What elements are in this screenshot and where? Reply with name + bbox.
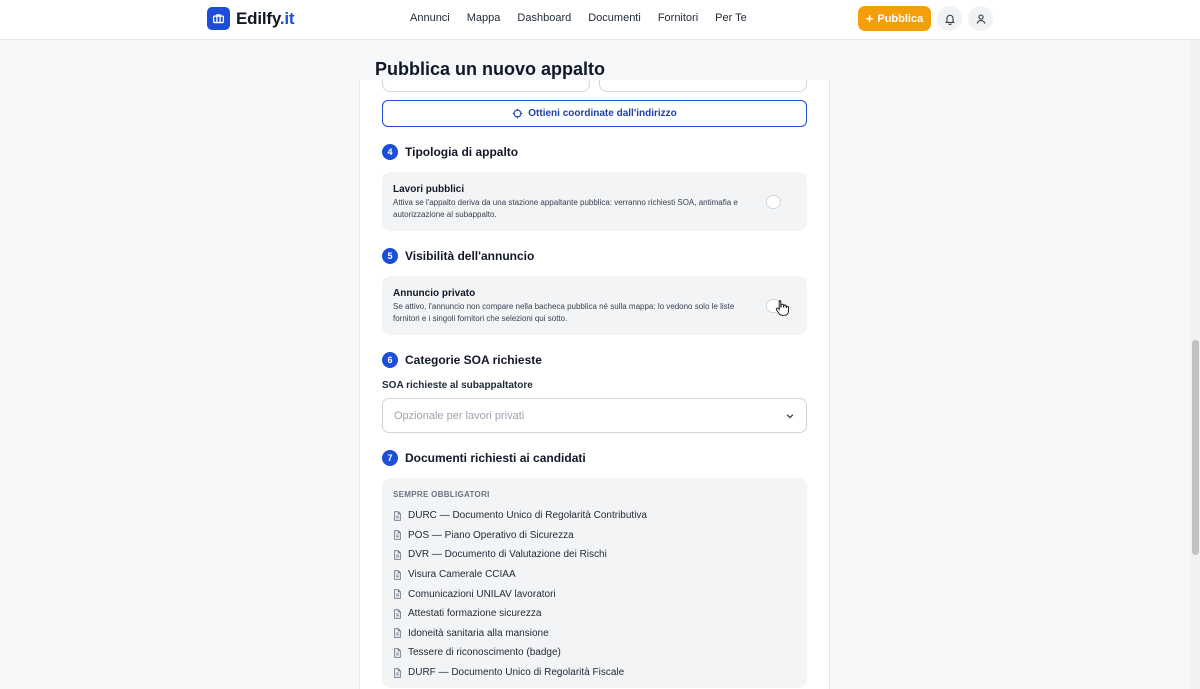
document-name: DURC — Documento Unico di Regolarità Con…: [408, 510, 647, 522]
document-name: Attestati formazione sicurezza: [408, 608, 542, 620]
file-icon: [393, 648, 402, 658]
get-coordinates-button[interactable]: Ottieni coordinate dall'indirizzo: [382, 100, 807, 127]
document-name: DVR — Documento di Valutazione dei Risch…: [408, 549, 607, 561]
file-icon: [393, 569, 402, 580]
toggle-description: Se attivo, l'annuncio non compare nella …: [393, 302, 735, 323]
annuncio-privato-card: Annuncio privato Se attivo, l'annuncio n…: [382, 276, 807, 335]
list-item: DURC — Documento Unico di Regolarità Con…: [393, 506, 647, 526]
file-icon: [393, 550, 402, 560]
user-icon: [976, 13, 985, 24]
step-number: 6: [382, 352, 398, 368]
nav-mappa[interactable]: Mappa: [467, 12, 501, 24]
list-item: DURF — Documento Unico di Regolarità Fis…: [393, 663, 647, 683]
logo[interactable]: Edilfy.it: [207, 7, 295, 30]
section-visibilita: 5 Visibilità dell'annuncio: [382, 248, 534, 264]
file-icon: [393, 530, 402, 541]
notifications-button[interactable]: [937, 6, 962, 31]
lavori-pubblici-toggle[interactable]: [766, 195, 781, 209]
nav-fornitori[interactable]: Fornitori: [658, 12, 698, 24]
section-title: Documenti richiesti ai candidati: [405, 451, 586, 465]
required-documents-card: SEMPRE OBBLIGATORI DURC — Documento Unic…: [382, 478, 807, 688]
section-title: Tipologia di appalto: [405, 145, 519, 159]
scrollbar-thumb[interactable]: [1192, 340, 1199, 555]
address-input[interactable]: [382, 80, 590, 92]
list-item: Comunicazioni UNILAV lavoratori: [393, 584, 647, 604]
nav-documenti[interactable]: Documenti: [588, 12, 641, 24]
plus-icon: +: [865, 11, 874, 26]
nav-per-te[interactable]: Per Te: [715, 12, 747, 24]
section-title: Visibilità dell'annuncio: [405, 249, 535, 263]
file-icon: [393, 667, 402, 678]
briefcase-icon: [207, 7, 230, 30]
hand-cursor-icon: [775, 300, 789, 316]
city-input[interactable]: [599, 80, 807, 92]
get-coordinates-label: Ottieni coordinate dall'indirizzo: [528, 108, 677, 119]
list-item: DVR — Documento di Valutazione dei Risch…: [393, 545, 647, 565]
document-name: Comunicazioni UNILAV lavoratori: [408, 588, 556, 600]
step-number: 4: [382, 144, 398, 160]
soa-select[interactable]: Opzionale per lavori privati: [382, 398, 807, 433]
step-number: 5: [382, 248, 398, 264]
logo-text: Edilfy.it: [236, 8, 295, 28]
toggle-description: Attiva se l'appalto deriva da una stazio…: [393, 198, 738, 219]
bell-icon: [944, 14, 955, 25]
file-icon: [393, 589, 402, 599]
page-title: Pubblica un nuovo appalto: [375, 59, 606, 79]
file-icon: [393, 511, 402, 521]
crosshair-icon: [512, 108, 523, 119]
document-name: DURF — Documento Unico di Regolarità Fis…: [408, 667, 625, 679]
chevron-down-icon: [786, 414, 794, 419]
profile-button[interactable]: [968, 6, 993, 31]
nav-dashboard[interactable]: Dashboard: [517, 12, 571, 24]
list-item: POS — Piano Operativo di Sicurezza: [393, 526, 647, 546]
list-item: Idoneità sanitaria alla mansione: [393, 624, 647, 644]
section-tipologia: 4 Tipologia di appalto: [382, 144, 518, 160]
publish-button[interactable]: + Pubblica: [858, 6, 931, 31]
top-navbar: Edilfy.it Annunci Mappa Dashboard Docume…: [0, 0, 1200, 40]
section-documenti: 7 Documenti richiesti ai candidati: [382, 450, 586, 466]
section-title: Categorie SOA richieste: [405, 353, 542, 367]
file-icon: [393, 628, 402, 639]
document-name: Visura Camerale CCIAA: [408, 569, 516, 581]
toggle-title: Lavori pubblici: [393, 184, 465, 195]
section-soa: 6 Categorie SOA richieste: [382, 352, 542, 368]
main-nav: Annunci Mappa Dashboard Documenti Fornit…: [410, 12, 747, 24]
file-icon: [393, 609, 402, 619]
list-item: Tessere di riconoscimento (badge): [393, 643, 647, 663]
lavori-pubblici-card: Lavori pubblici Attiva se l'appalto deri…: [382, 172, 807, 231]
soa-select-placeholder: Opzionale per lavori privati: [394, 410, 525, 422]
publish-button-label: Pubblica: [877, 12, 924, 25]
page-scrollbar[interactable]: [1191, 40, 1200, 689]
nav-annunci[interactable]: Annunci: [410, 12, 450, 24]
soa-field-label: SOA richieste al subappaltatore: [382, 380, 533, 391]
document-name: Tessere di riconoscimento (badge): [408, 647, 561, 659]
toggle-title: Annuncio privato: [393, 288, 476, 299]
documents-group-heading: SEMPRE OBBLIGATORI: [393, 490, 490, 499]
document-name: POS — Piano Operativo di Sicurezza: [408, 529, 574, 541]
step-number: 7: [382, 450, 398, 466]
documents-list: DURC — Documento Unico di Regolarità Con…: [393, 506, 647, 682]
list-item: Attestati formazione sicurezza: [393, 604, 647, 624]
list-item: Visura Camerale CCIAA: [393, 565, 647, 585]
document-name: Idoneità sanitaria alla mansione: [408, 627, 549, 639]
